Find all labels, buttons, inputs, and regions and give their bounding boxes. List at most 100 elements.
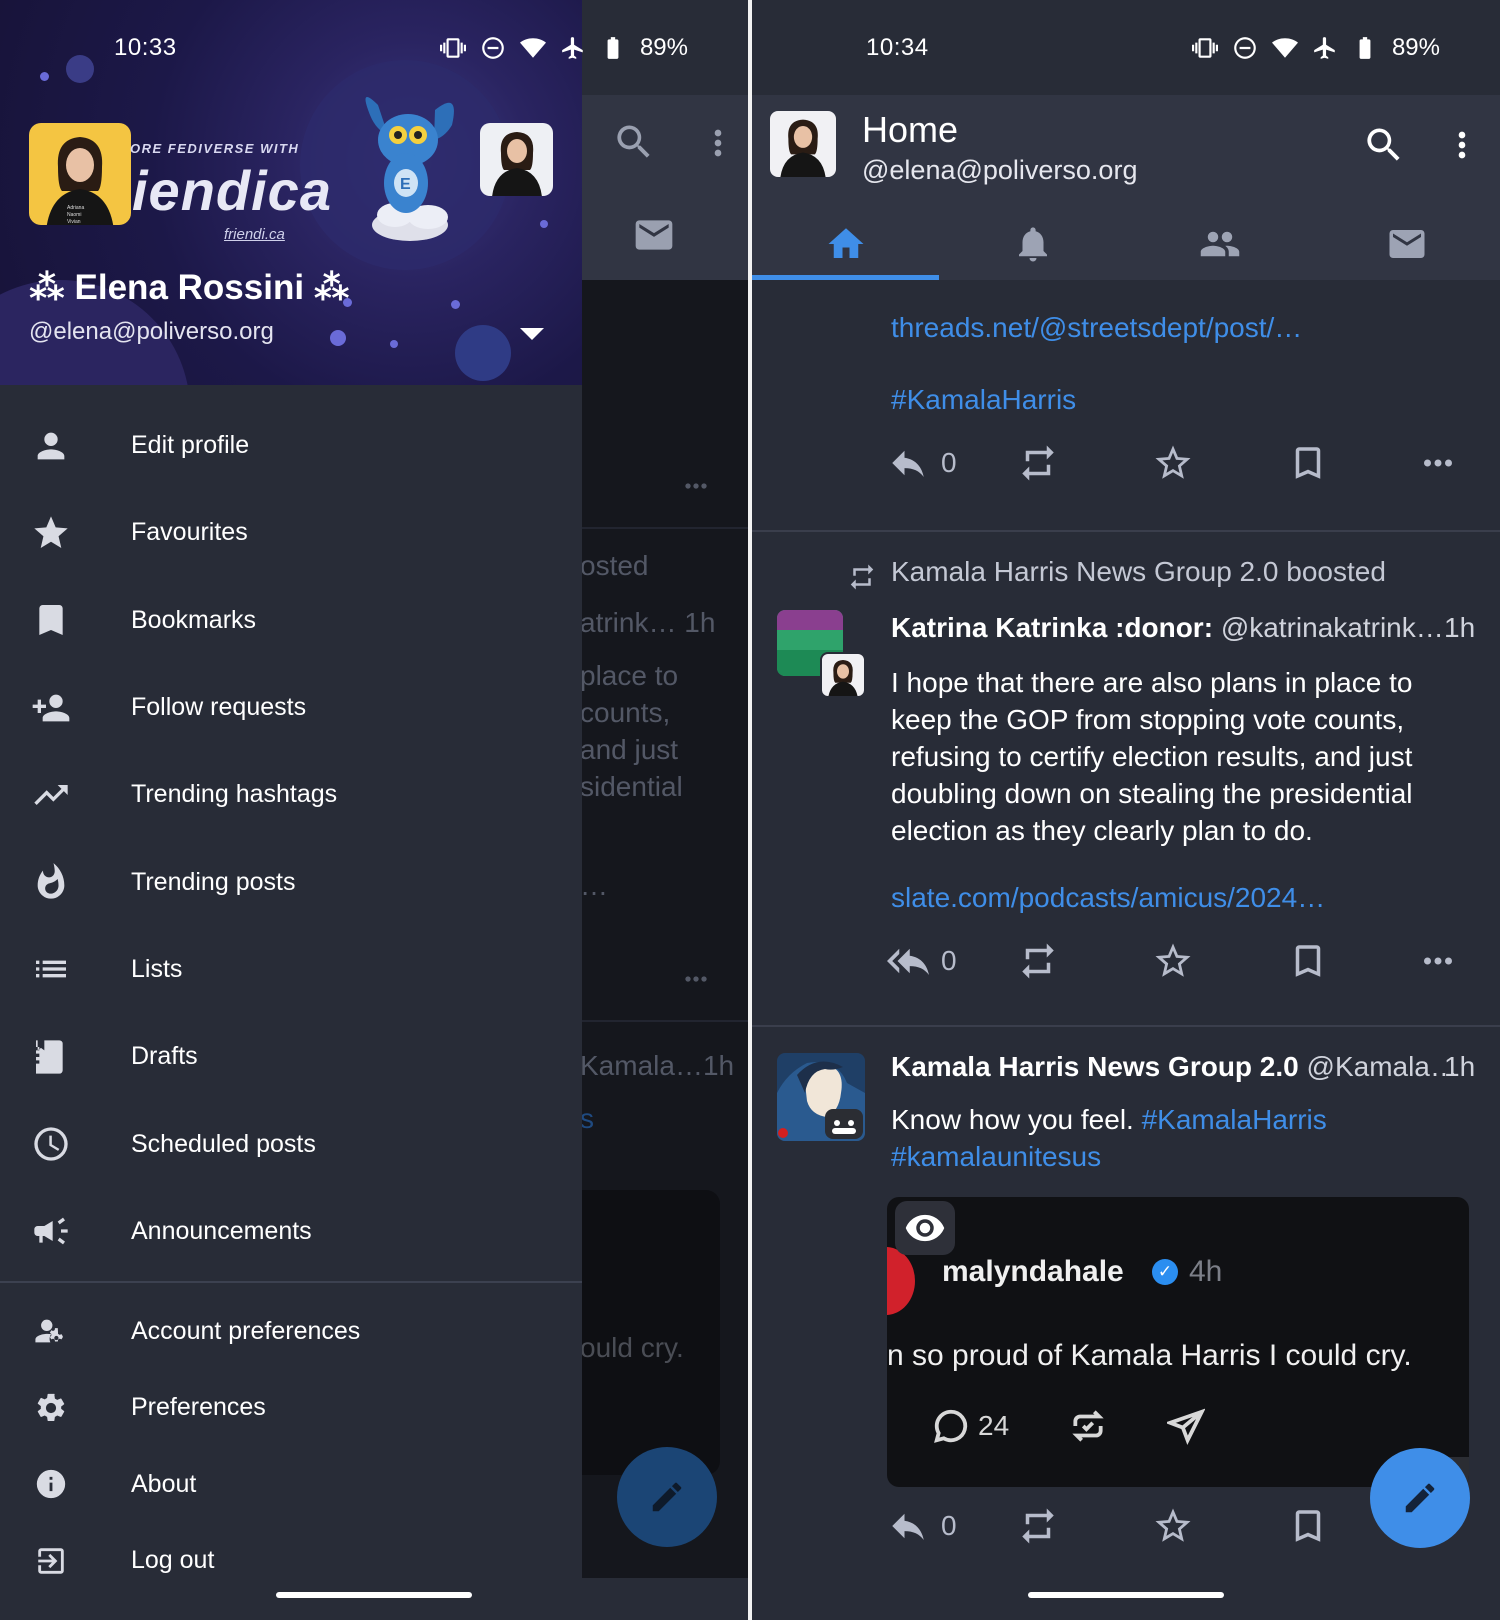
favourite-button[interactable] [1152, 442, 1194, 484]
fire-icon [30, 861, 72, 903]
reply-all-button[interactable]: 0 [887, 940, 957, 982]
vibrate-icon [1191, 37, 1218, 58]
navigation-drawer: E Adriana Naomi Vivian ORE FEDIVERSE WIT… [0, 0, 582, 1580]
logo-tagline: ORE FEDIVERSE WITH [130, 141, 300, 156]
post-link[interactable]: slate.com/podcasts/amicus/2024… [891, 882, 1325, 914]
menu-scheduled-posts[interactable]: Scheduled posts [0, 1100, 582, 1187]
more-vert-icon [1458, 131, 1466, 159]
tab-direct-messages[interactable] [1313, 207, 1500, 280]
menu-trending-posts[interactable]: Trending posts [0, 838, 582, 925]
left-screen: osted atrink… 1h place to counts, and ju… [0, 0, 748, 1620]
vibrate-icon [439, 37, 466, 58]
boost-button[interactable] [1017, 1505, 1059, 1547]
menu-label: Account preferences [131, 1316, 361, 1345]
home-icon [828, 227, 863, 258]
tab-local[interactable] [1126, 207, 1313, 280]
star-icon [30, 512, 72, 554]
drawer-menu: Edit profile Favourites Bookmarks Follow… [0, 402, 582, 1599]
menu-bookmarks[interactable]: Bookmarks [0, 577, 582, 664]
background-separator [580, 1020, 748, 1022]
menu-lists[interactable]: Lists [0, 926, 582, 1013]
booster-avatar[interactable] [820, 652, 866, 698]
media-attachment[interactable]: malyndahale ✓ 4h n so proud of Kamala Ha… [887, 1197, 1469, 1487]
boosted-by[interactable]: Kamala Harris News Group 2.0 boosted [891, 556, 1386, 588]
background-hashtag: s [580, 1103, 594, 1134]
status-post[interactable]: threads.net/@streetsdept/post/… #KamalaH… [752, 280, 1500, 532]
notebook-icon [30, 1036, 72, 1078]
bookmark-button[interactable] [1287, 940, 1329, 982]
menu-label: Bookmarks [131, 605, 257, 634]
menu-favourites[interactable]: Favourites [0, 489, 582, 576]
media-actions: 24 [932, 1407, 1206, 1445]
compose-button[interactable] [1370, 1448, 1470, 1548]
reply-icon [892, 1513, 924, 1540]
boost-button[interactable] [1017, 442, 1059, 484]
bookmark-button[interactable] [1287, 442, 1329, 484]
menu-preferences[interactable]: Preferences [0, 1369, 582, 1446]
post-hashtag[interactable]: #KamalaHarris [1142, 1104, 1327, 1135]
more-button[interactable] [1417, 940, 1459, 982]
status-post[interactable]: Kamala Harris News Group 2.0 boosted Kat… [752, 532, 1500, 1027]
account-handle: @elena@poliverso.org [29, 318, 274, 345]
background-line: and just [580, 734, 679, 765]
media-comments: 24 [932, 1407, 1009, 1445]
logo-name: iendica [132, 159, 332, 222]
mail-icon [1389, 229, 1424, 258]
background-line: sidential [580, 771, 683, 802]
reply-button[interactable]: 0 [887, 442, 957, 484]
star-dot [390, 340, 398, 348]
more-button[interactable] [1417, 442, 1459, 484]
author-name[interactable]: Kamala Harris News Group 2.0 [891, 1051, 1299, 1082]
battery-icon [1359, 36, 1371, 59]
favourite-button[interactable] [1152, 940, 1194, 982]
author-name[interactable]: Katrina Katrinka :donor: [891, 612, 1213, 643]
boost-icon [1022, 943, 1054, 979]
home-indicator[interactable] [1028, 1592, 1224, 1598]
home-indicator[interactable] [276, 1592, 472, 1598]
menu-label: Favourites [131, 518, 248, 547]
post-link[interactable]: threads.net/@streetsdept/post/… [891, 312, 1302, 344]
menu-announcements[interactable]: Announcements [0, 1188, 582, 1275]
app-bar: Home @elena@poliverso.org [752, 95, 1500, 280]
verified-icon: ✓ [1152, 1259, 1178, 1285]
menu-drafts[interactable]: Drafts [0, 1013, 582, 1100]
reply-all-icon [887, 948, 929, 975]
boost-button[interactable] [1017, 940, 1059, 982]
bookmark-button[interactable] [1287, 1505, 1329, 1547]
timeline-feed: threads.net/@streetsdept/post/… #KamalaH… [752, 280, 1500, 1580]
menu-about[interactable]: About [0, 1446, 582, 1523]
post-hashtag[interactable]: #kamalaunitesus [891, 1141, 1101, 1172]
background-separator [580, 527, 748, 529]
search-button[interactable] [1362, 123, 1406, 172]
avatar-band [777, 610, 843, 630]
comment-icon [934, 1409, 968, 1443]
secondary-account-avatar[interactable] [480, 123, 553, 196]
background-handle: atrink… 1h [580, 607, 716, 638]
menu-account-preferences[interactable]: Account preferences [0, 1293, 582, 1370]
author-handle: @katrinakatrink… [1220, 612, 1444, 643]
battery-icon [607, 36, 619, 59]
account-switch-caret-icon[interactable] [520, 328, 544, 340]
star-dot [451, 300, 460, 309]
toggle-sensitive-button[interactable] [895, 1201, 955, 1255]
author-avatar[interactable] [777, 1053, 865, 1141]
reply-button[interactable]: 0 [887, 1505, 957, 1547]
gesture-bar [752, 1578, 1500, 1620]
tab-notifications[interactable] [939, 207, 1126, 280]
favourite-button[interactable] [1152, 1505, 1194, 1547]
menu-trending-hashtags[interactable]: Trending hashtags [0, 751, 582, 838]
post-hashtag[interactable]: #KamalaHarris [891, 384, 1076, 416]
reply-count: 0 [941, 447, 957, 478]
menu-edit-profile[interactable]: Edit profile [0, 402, 582, 489]
boost-icon [1022, 1508, 1054, 1544]
overflow-menu-button[interactable] [1442, 123, 1482, 172]
gear-icon [30, 1387, 72, 1429]
menu-follow-requests[interactable]: Follow requests [0, 664, 582, 751]
profile-avatar[interactable]: Adriana Naomi Vivian [29, 123, 131, 225]
tab-home[interactable] [752, 207, 939, 280]
menu-divider [0, 1280, 582, 1283]
menu-label: Trending posts [131, 867, 296, 896]
battery-percent: 89% [1391, 33, 1440, 61]
account-avatar[interactable] [770, 111, 836, 177]
media-comment-count: 24 [978, 1410, 1010, 1441]
